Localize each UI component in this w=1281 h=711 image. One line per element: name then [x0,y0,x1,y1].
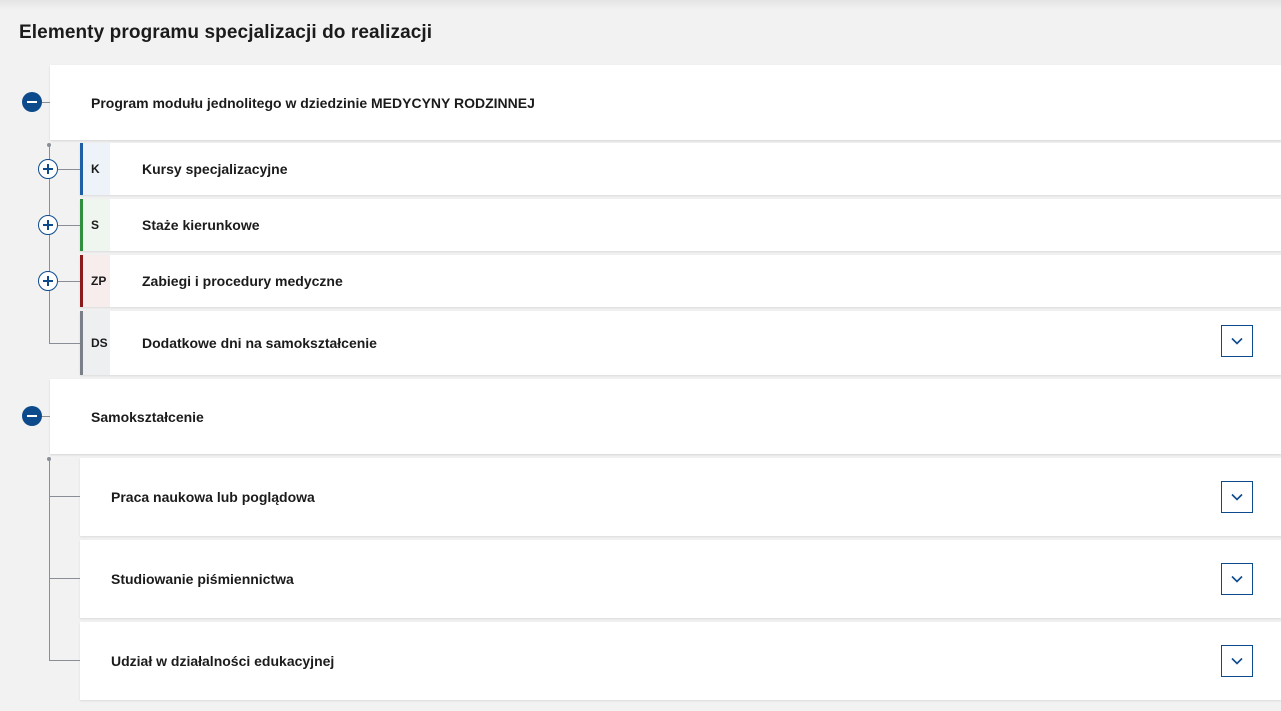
list-item-praca-naukowa[interactable]: Praca naukowa lub poglądowa [80,458,1281,536]
expand-dropdown-button[interactable] [1221,645,1253,677]
list-item-kursy[interactable]: K Kursy specjalizacyjne [80,143,1281,195]
collapse-minus-icon[interactable] [22,406,42,426]
item-label: Praca naukowa lub poglądowa [111,489,315,505]
item-label: Dodatkowe dni na samokształcenie [142,335,377,351]
expand-dropdown-button[interactable] [1221,481,1253,513]
expand-plus-icon[interactable] [38,271,58,291]
connector-line [49,459,50,660]
connector-line [49,660,80,661]
item-code-badge: S [80,199,110,251]
collapse-minus-icon[interactable] [22,92,42,112]
top-shadow [0,0,1281,10]
item-label: Udział w działalności edukacyjnej [111,653,335,669]
connector-line [49,578,80,579]
expand-dropdown-button[interactable] [1221,563,1253,595]
page-title: Elementy programu specjalizacji do reali… [19,22,433,43]
group-title: Samokształcenie [91,408,204,425]
connector-line [42,102,50,103]
group-header-samoksztalcenie[interactable]: Samokształcenie [50,379,1281,454]
connector-line [58,281,80,282]
group-header-program[interactable]: Program modułu jednolitego w dziedzinie … [50,65,1281,140]
group-title: Program modułu jednolitego w dziedzinie … [91,94,535,111]
expand-plus-icon[interactable] [38,215,58,235]
connector-line [42,416,50,417]
connector-line [58,225,80,226]
item-code-badge: ZP [80,255,110,307]
list-item-udzial[interactable]: Udział w działalności edukacyjnej [80,622,1281,700]
item-code-badge: DS [80,311,110,375]
item-label: Zabiegi i procedury medyczne [142,273,343,289]
item-code-badge: K [80,143,110,195]
item-label: Staże kierunkowe [142,217,260,233]
connector-line [49,496,80,497]
list-item-staze[interactable]: S Staże kierunkowe [80,199,1281,251]
chevron-down-icon [1231,657,1243,665]
expand-plus-icon[interactable] [38,159,58,179]
list-item-dodatkowe-dni[interactable]: DS Dodatkowe dni na samokształcenie [80,311,1281,375]
connector-line [49,343,80,344]
expand-dropdown-button[interactable] [1221,325,1253,357]
item-label: Studiowanie piśmiennictwa [111,571,294,587]
chevron-down-icon [1231,575,1243,583]
chevron-down-icon [1231,337,1243,345]
list-item-studiowanie[interactable]: Studiowanie piśmiennictwa [80,540,1281,618]
item-label: Kursy specjalizacyjne [142,161,288,177]
connector-line [58,169,80,170]
chevron-down-icon [1231,493,1243,501]
list-item-zabiegi[interactable]: ZP Zabiegi i procedury medyczne [80,255,1281,307]
